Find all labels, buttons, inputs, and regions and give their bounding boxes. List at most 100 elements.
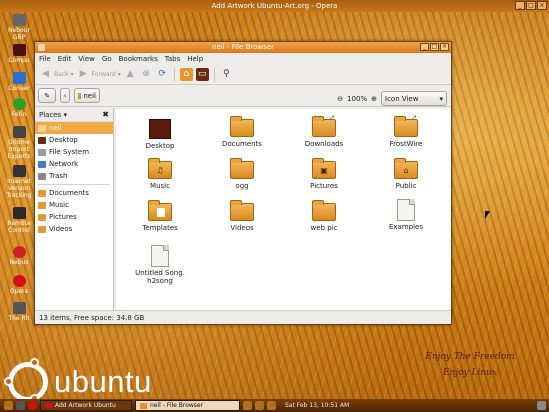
zoom-out-icon[interactable]: ⊖: [337, 95, 343, 103]
file-label: Documents: [222, 140, 262, 148]
desktop-icon-remote[interactable]: Remote Control: [2, 207, 36, 234]
sidebar-item-network[interactable]: Network: [35, 158, 113, 170]
clock[interactable]: Sat Feb 13, 10:51 AM: [285, 402, 349, 409]
desktop-icon-converter[interactable]: Conver: [2, 72, 36, 92]
zoom-in-icon[interactable]: ⊕: [371, 95, 377, 103]
sidebar-item-videos[interactable]: Videos: [35, 223, 113, 235]
file-item-web-pic[interactable]: web pic: [294, 200, 354, 232]
reload-icon[interactable]: ⟳: [156, 68, 169, 81]
sidebar-item-label: neil: [49, 124, 62, 132]
opera-icon: [45, 402, 52, 409]
forward-arrow-icon: ▶: [79, 69, 87, 79]
sidebar-item-music[interactable]: Music: [35, 199, 113, 211]
file-item-pictures[interactable]: ▣ Pictures: [294, 158, 354, 190]
back-label: Back: [54, 71, 69, 78]
folder-icon: [312, 200, 336, 221]
taskbar-task-file-browser[interactable]: neil - File Browser: [135, 400, 240, 411]
back-button[interactable]: ◀ Back ▾: [39, 68, 74, 81]
desktop-icon-label: The Rh: [8, 315, 30, 322]
edit-location-button[interactable]: ✎: [38, 88, 56, 103]
search-icon[interactable]: ⚲: [220, 68, 233, 81]
sidebar-item-neil[interactable]: neil: [35, 122, 113, 134]
network-icon: [38, 160, 46, 168]
sidebar-type-select[interactable]: Places ▾: [39, 111, 67, 119]
file-item-examples[interactable]: Examples: [376, 199, 436, 231]
file-item-templates[interactable]: Templates: [130, 200, 190, 232]
sidebar-item-trash[interactable]: Trash: [35, 170, 113, 182]
opera-icon[interactable]: [28, 401, 37, 410]
file-icon-view: Desktop Documents ➚ Downloads ➚ FrostWire …: [116, 109, 451, 311]
pencil-icon: ✎: [44, 91, 50, 100]
minimize-icon[interactable]: _: [515, 1, 525, 10]
opera-window-titlebar[interactable]: Add Artwork Ubuntu-Art.org - Opera _ □ ×: [0, 0, 549, 12]
home-icon[interactable]: ⌂: [179, 68, 193, 81]
maximize-icon[interactable]: □: [526, 1, 536, 10]
menu-file[interactable]: File: [39, 55, 51, 63]
back-arrow-icon: ◀: [42, 69, 49, 79]
file-item-music[interactable]: ♫ Music: [130, 158, 190, 190]
taskbar: Add Artwork Ubuntu neil - File Browser S…: [0, 399, 549, 412]
desktop-icon-label: Nebus: [9, 259, 29, 266]
menu-view[interactable]: View: [78, 55, 95, 63]
maximize-icon[interactable]: □: [430, 43, 439, 51]
sidebar-item-desktop[interactable]: Desktop: [35, 134, 113, 146]
path-button-home[interactable]: neil: [74, 88, 100, 103]
close-icon[interactable]: ✖: [102, 110, 109, 119]
public-folder-icon: ⌂: [394, 158, 418, 179]
file-item-downloads[interactable]: ➚ Downloads: [294, 113, 354, 148]
sidebar-item-documents[interactable]: Documents: [35, 187, 113, 199]
file-browser-window: neil - File Browser _ □ × File Edit View…: [34, 41, 452, 325]
toolbar-separator: [213, 67, 215, 82]
file-item-desktop[interactable]: Desktop: [130, 119, 190, 150]
desktop-icon-import[interactable]: Gnome Import Exports: [2, 126, 36, 160]
file-item-documents[interactable]: Documents: [212, 116, 272, 148]
terminal-icon[interactable]: [16, 401, 25, 410]
tray-icon[interactable]: [255, 401, 264, 410]
trash-icon: [38, 172, 46, 180]
desktop-icon-network-group[interactable]: Nebour GRP: [2, 14, 36, 41]
menu-bookmarks[interactable]: Bookmarks: [119, 55, 158, 63]
menu-go[interactable]: Go: [102, 55, 112, 63]
file-item-frostwire[interactable]: ➚ FrostWire: [376, 113, 436, 148]
chevron-down-icon: ▾: [117, 71, 121, 78]
menu-help[interactable]: Help: [187, 55, 203, 63]
volume-icon[interactable]: [267, 401, 276, 410]
desktop-icon-computer[interactable]: Compu: [2, 44, 36, 64]
desktop-icon-opera[interactable]: Opera: [2, 275, 36, 295]
audio-file-icon: [151, 245, 169, 267]
tray-icon[interactable]: [243, 401, 252, 410]
menu-tabs[interactable]: Tabs: [165, 55, 181, 63]
forward-button[interactable]: ▶ Forward ▾: [77, 68, 121, 81]
stop-icon[interactable]: ⊗: [140, 68, 153, 81]
file-item-untitled-song[interactable]: Untitled Song. h2song: [130, 245, 190, 285]
file-label: FrostWire: [389, 140, 423, 148]
sidebar-item-pictures[interactable]: Pictures: [35, 211, 113, 223]
close-icon[interactable]: ×: [537, 1, 547, 10]
window-titlebar[interactable]: neil - File Browser _ □ ×: [35, 42, 451, 53]
desktop-icon-tracking[interactable]: Internet Version Tracking: [2, 165, 36, 199]
view-mode-select[interactable]: Icon View ▾: [381, 91, 447, 106]
menu-edit[interactable]: Edit: [58, 55, 72, 63]
desktop-icon-printer[interactable]: The Rh: [2, 302, 36, 322]
window-menu-icon[interactable]: [38, 44, 45, 51]
file-item-videos[interactable]: Videos: [212, 200, 272, 232]
file-item-public[interactable]: ⌂ Public: [376, 158, 436, 190]
power-icon[interactable]: [537, 401, 546, 410]
path-left-button[interactable]: ‹: [60, 88, 70, 103]
close-icon[interactable]: ×: [440, 43, 449, 51]
file-label: Downloads: [304, 140, 344, 148]
file-item-ogg[interactable]: ogg: [212, 158, 272, 190]
disk-icon: [12, 246, 26, 258]
minimize-icon[interactable]: _: [420, 43, 429, 51]
show-desktop-icon[interactable]: [4, 401, 13, 410]
computer-icon[interactable]: ▭: [195, 68, 209, 81]
file-label: Public: [395, 182, 417, 190]
sidebar-item-file-system[interactable]: File System: [35, 146, 113, 158]
ubuntu-circle-of-friends-icon: [4, 358, 48, 403]
mouse-pointer-icon: [485, 211, 490, 219]
desktop-icon-player[interactable]: Ferin: [2, 98, 36, 118]
zoom-level: 100%: [347, 94, 368, 103]
taskbar-task-opera[interactable]: Add Artwork Ubuntu: [40, 400, 132, 411]
desktop-icon-disk[interactable]: Nebus: [2, 246, 36, 266]
up-arrow-icon[interactable]: ▲: [124, 68, 137, 81]
